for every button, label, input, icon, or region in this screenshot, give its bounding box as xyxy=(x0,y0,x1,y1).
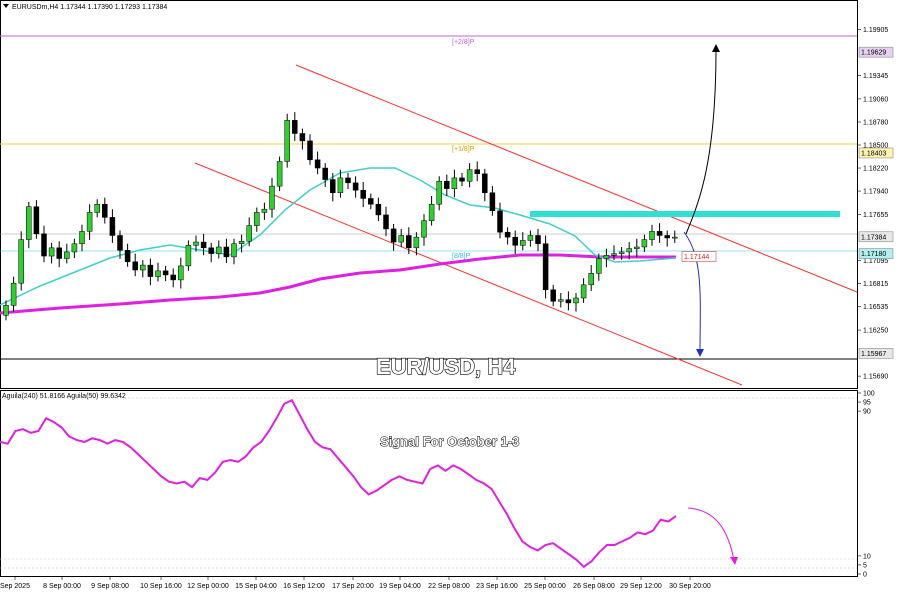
price-box: 1.19629 xyxy=(858,46,894,58)
symbol-info: EURUSDm,H4 1.17344 1.17390 1.17293 1.173… xyxy=(12,4,167,11)
price-tick-label: 1.16535 xyxy=(863,304,888,311)
time-tick-label: 25 Sep 00:00 xyxy=(524,583,566,590)
resistance-zone[interactable] xyxy=(530,211,840,217)
fib-middle-label: [+1/8]P xyxy=(452,146,475,153)
fib-upper-label: [+2/8]P xyxy=(452,39,475,46)
time-tick-label: 15 Sep 04:00 xyxy=(235,583,277,590)
price-tick-label: 1.19905 xyxy=(863,27,888,34)
price-axis: 1.199051.193451.190601.187801.185001.182… xyxy=(857,27,888,381)
time-tick-label: Sep 2025 xyxy=(0,583,30,590)
time-tick-label: 17 Sep 20:00 xyxy=(332,583,374,590)
price-tick-label: 1.17095 xyxy=(863,258,888,265)
osc-tick-label: 90 xyxy=(863,409,871,416)
price-tick-label: 1.16815 xyxy=(863,281,888,288)
time-tick-label: 29 Sep 12:00 xyxy=(620,583,662,590)
price-tick-label: 1.16250 xyxy=(863,328,888,335)
osc-tick-label: 5 xyxy=(863,562,867,569)
time-tick-label: 10 Sep 16:00 xyxy=(140,583,182,590)
price-box-label: 1.18403 xyxy=(861,150,886,157)
oscillator-label: Aguila(240) 51.8166 Aguila(50) 99.6342 xyxy=(2,393,126,400)
signal-text: Signal For October 1-3 xyxy=(380,434,519,449)
price-box-label: 1.19629 xyxy=(861,50,886,57)
price-box-label: 1.17384 xyxy=(861,234,886,241)
price-box: 1.17180 xyxy=(858,248,894,259)
osc-tick-label: 95 xyxy=(863,400,871,407)
symbol-dropdown[interactable]: EURUSDm,H4 1.17344 1.17390 1.17293 1.173… xyxy=(3,4,167,11)
candle xyxy=(542,235,549,299)
price-tick-label: 1.18220 xyxy=(863,166,888,173)
time-tick-label: 8 Sep 00:00 xyxy=(43,583,81,590)
price-tick-label: 1.15690 xyxy=(863,374,888,381)
price-panel[interactable] xyxy=(0,0,858,389)
oscillator-panel[interactable] xyxy=(0,390,858,577)
price-box: 1.17144 xyxy=(681,251,717,262)
price-tick-label: 1.19060 xyxy=(863,96,888,103)
fib-lower-label: [8/8]P xyxy=(452,253,471,260)
price-tick-label: 1.19345 xyxy=(863,73,888,80)
price-tick-label: 1.17655 xyxy=(863,212,888,219)
price-box: 1.15967 xyxy=(858,348,894,359)
time-tick-label: 22 Sep 08:00 xyxy=(428,583,470,590)
price-box-label: 1.17144 xyxy=(684,254,709,261)
trading-chart[interactable]: 1.199051.193451.190601.187801.185001.182… xyxy=(0,0,900,600)
time-axis: Sep 2025 8 Sep 00:00 9 Sep 08:00 10 Sep 16:… xyxy=(0,577,711,590)
osc-tick-label: 0 xyxy=(863,572,867,579)
price-box-label: 1.17180 xyxy=(861,251,886,258)
price-tick-label: 1.17940 xyxy=(863,189,888,196)
time-tick-label: 19 Sep 04:00 xyxy=(379,583,421,590)
candle xyxy=(276,156,283,192)
time-tick-label: 12 Sep 00:00 xyxy=(187,583,229,590)
osc-tick-label: 100 xyxy=(863,391,875,398)
price-tick-label: 1.18780 xyxy=(863,119,888,126)
time-tick-label: 9 Sep 08:00 xyxy=(91,583,129,590)
price-box: 1.17384 xyxy=(858,231,894,243)
time-tick-label: 16 Sep 12:00 xyxy=(283,583,325,590)
candle xyxy=(18,231,24,291)
chart-title: EUR/USD, H4 xyxy=(376,354,516,379)
oscillator-axis: 100 95 90 10 5 0 xyxy=(857,391,875,579)
osc-tick-label: 10 xyxy=(863,553,871,560)
time-tick-label: 26 Sep 08:00 xyxy=(573,583,615,590)
price-box-label: 1.15967 xyxy=(861,351,886,358)
time-tick-label: 23 Sep 16:00 xyxy=(476,583,518,590)
time-tick-label: 30 Sep 20:00 xyxy=(669,583,711,590)
price-box: 1.18403 xyxy=(858,147,894,159)
candle xyxy=(284,113,290,168)
